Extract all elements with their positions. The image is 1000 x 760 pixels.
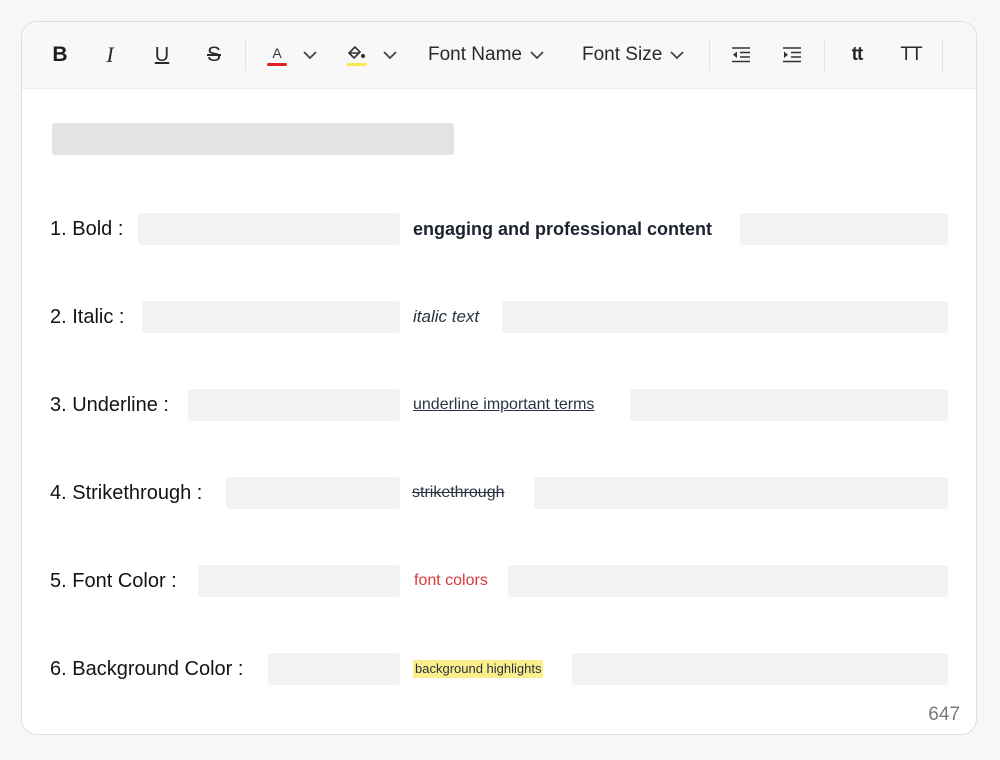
font-name-dropdown[interactable]: Font Name: [428, 22, 558, 88]
decrease-indent-button[interactable]: [729, 22, 753, 88]
chevron-down-icon: [303, 50, 317, 59]
toolbar-separator: [942, 39, 943, 71]
chevron-down-icon: [670, 50, 684, 59]
italic-icon: I: [106, 42, 114, 67]
font-color-swatch: [267, 62, 287, 66]
font-size-label: Font Size: [582, 44, 663, 65]
chevron-down-icon: [530, 50, 544, 59]
outdent-icon: [732, 47, 750, 63]
text-placeholder: [502, 301, 948, 333]
list-item: 6. Background Color : background highlig…: [22, 653, 976, 685]
text-placeholder: [508, 565, 948, 597]
text-placeholder: [572, 653, 948, 685]
text-placeholder: [534, 477, 948, 509]
underline-sample-text: underline important terms: [413, 396, 595, 413]
background-color-dropdown[interactable]: [382, 22, 398, 88]
toolbar-separator: [824, 39, 825, 71]
uppercase-icon: TT: [900, 44, 922, 65]
highlight-swatch: [347, 62, 367, 66]
italic-sample-text: italic text: [413, 307, 480, 326]
list-item-label: 6. Background Color :: [50, 658, 244, 680]
list-item-label: 4. Strikethrough :: [50, 482, 203, 504]
increase-indent-button[interactable]: [780, 22, 804, 88]
uppercase-button[interactable]: TT: [896, 22, 926, 88]
text-placeholder: [268, 653, 400, 685]
text-placeholder: [142, 301, 400, 333]
text-placeholder: [138, 213, 400, 245]
list-item: 1. Bold : engaging and professional cont…: [22, 213, 976, 245]
editor-content[interactable]: 1. Bold : engaging and professional cont…: [22, 88, 976, 734]
character-counter: 647: [928, 704, 960, 725]
list-item-label: 1. Bold :: [50, 218, 124, 240]
text-placeholder: [630, 389, 948, 421]
strikethrough-icon: S: [206, 43, 221, 66]
paint-bucket-icon: [347, 45, 367, 66]
list-item: 5. Font Color : font colors: [22, 565, 976, 597]
toolbar-separator: [709, 39, 710, 71]
list-item: 4. Strikethrough : strikethrough: [22, 477, 976, 509]
font-name-label: Font Name: [428, 44, 522, 65]
list-item-label: 3. Underline :: [50, 394, 169, 416]
strikethrough-button[interactable]: S: [202, 22, 226, 88]
bold-icon: B: [52, 43, 68, 66]
italic-button[interactable]: I: [98, 22, 122, 88]
list-item: 2. Italic : italic text: [22, 301, 976, 333]
font-color-button[interactable]: A: [262, 22, 292, 88]
font-color-letter: A: [272, 44, 282, 61]
list-item-label: 2. Italic :: [50, 306, 125, 328]
text-placeholder: [198, 565, 400, 597]
bold-button[interactable]: B: [48, 22, 72, 88]
font-color-dropdown[interactable]: [302, 22, 318, 88]
background-color-button[interactable]: [342, 22, 372, 88]
toolbar-separator: [245, 39, 246, 71]
list-item-label: 5. Font Color :: [50, 570, 177, 592]
text-placeholder: [226, 477, 400, 509]
lowercase-button[interactable]: tt: [842, 22, 872, 88]
underline-icon: U: [154, 43, 170, 66]
title-placeholder: [52, 123, 454, 155]
rich-text-editor: B I U S A Font Name Font Size tt TT 1. B…: [21, 21, 977, 735]
chevron-down-icon: [383, 50, 397, 59]
font-size-dropdown[interactable]: Font Size: [582, 22, 707, 88]
strikethrough-sample-text: strikethrough: [412, 484, 505, 501]
list-item: 3. Underline : underline important terms: [22, 389, 976, 421]
text-placeholder: [740, 213, 948, 245]
lowercase-icon: tt: [851, 44, 864, 65]
underline-button[interactable]: U: [150, 22, 174, 88]
indent-icon: [783, 47, 801, 63]
background-color-sample-text: background highlights: [413, 660, 544, 678]
font-color-icon: A: [267, 45, 287, 66]
formatting-toolbar: B I U S A Font Name Font Size tt TT: [22, 22, 976, 89]
font-color-sample-text: font colors: [414, 572, 488, 589]
text-placeholder: [188, 389, 400, 421]
bold-sample-text: engaging and professional content: [413, 219, 713, 239]
